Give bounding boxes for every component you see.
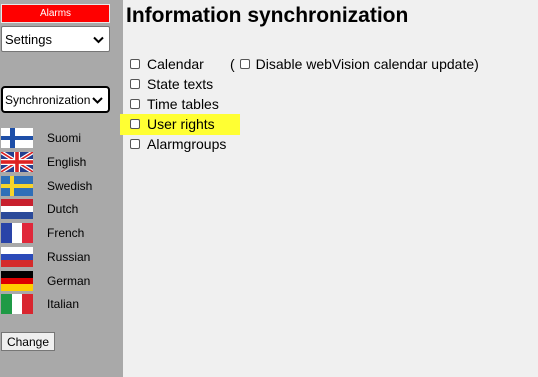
disable-calendar-update-option[interactable]: ( Disable webVision calendar update) xyxy=(230,54,479,74)
option-label: Alarmgroups xyxy=(147,136,227,152)
netherlands-flag-icon xyxy=(1,199,33,219)
language-label: Swedish xyxy=(47,179,93,193)
germany-flag-icon xyxy=(1,271,33,291)
language-item-swedish[interactable]: Swedish xyxy=(0,175,123,197)
user-rights-checkbox[interactable] xyxy=(130,119,140,129)
language-label: Suomi xyxy=(47,131,82,145)
france-flag-icon xyxy=(1,223,33,243)
synchronization-select[interactable]: Synchronization xyxy=(1,86,110,113)
language-label: French xyxy=(47,226,85,240)
language-item-english[interactable]: English xyxy=(0,151,123,173)
time-tables-checkbox[interactable] xyxy=(130,99,140,109)
chevron-down-icon xyxy=(93,32,104,47)
language-label: English xyxy=(47,155,87,169)
language-label: Russian xyxy=(47,250,91,264)
calendar-checkbox[interactable] xyxy=(130,59,140,69)
state-texts-checkbox[interactable] xyxy=(130,79,140,89)
option-time-tables[interactable]: Time tables xyxy=(130,94,219,114)
option-user-rights[interactable]: User rights xyxy=(130,114,215,134)
settings-select[interactable]: Settings xyxy=(1,26,110,52)
language-item-italian[interactable]: Italian xyxy=(0,293,123,315)
language-label: Dutch xyxy=(47,202,79,216)
alarmgroups-checkbox[interactable] xyxy=(130,139,140,149)
change-button[interactable]: Change xyxy=(1,332,55,351)
italy-flag-icon xyxy=(1,294,33,314)
language-item-suomi[interactable]: Suomi xyxy=(0,127,123,149)
alarms-button[interactable]: Alarms xyxy=(1,4,110,23)
option-calendar[interactable]: Calendar xyxy=(130,54,204,74)
option-label: User rights xyxy=(147,116,215,132)
language-item-french[interactable]: French xyxy=(0,222,123,244)
language-label: Italian xyxy=(47,297,80,311)
synchronization-select-value: Synchronization xyxy=(5,92,91,107)
option-label: Time tables xyxy=(147,96,219,112)
disable-calendar-update-checkbox[interactable] xyxy=(239,59,250,69)
option-alarmgroups[interactable]: Alarmgroups xyxy=(130,134,226,154)
settings-select-value: Settings xyxy=(5,31,52,47)
language-label: German xyxy=(47,274,91,288)
language-item-dutch[interactable]: Dutch xyxy=(0,198,123,220)
language-item-german[interactable]: German xyxy=(0,270,123,292)
language-item-russian[interactable]: Russian xyxy=(0,246,123,268)
sweden-flag-icon xyxy=(1,176,33,196)
page-title: Information synchronization xyxy=(126,4,409,27)
finland-flag-icon xyxy=(1,128,33,148)
option-label: State texts xyxy=(147,76,214,92)
open-paren: ( xyxy=(230,56,235,72)
sidebar: Alarms Settings Synchronization Suomi En… xyxy=(0,0,123,377)
uk-flag-icon xyxy=(1,152,33,172)
option-label: Calendar xyxy=(147,56,204,72)
chevron-down-icon xyxy=(92,93,103,107)
russia-flag-icon xyxy=(1,247,33,267)
option-state-texts[interactable]: State texts xyxy=(130,74,213,94)
option-label: Disable webVision calendar update) xyxy=(255,56,479,72)
